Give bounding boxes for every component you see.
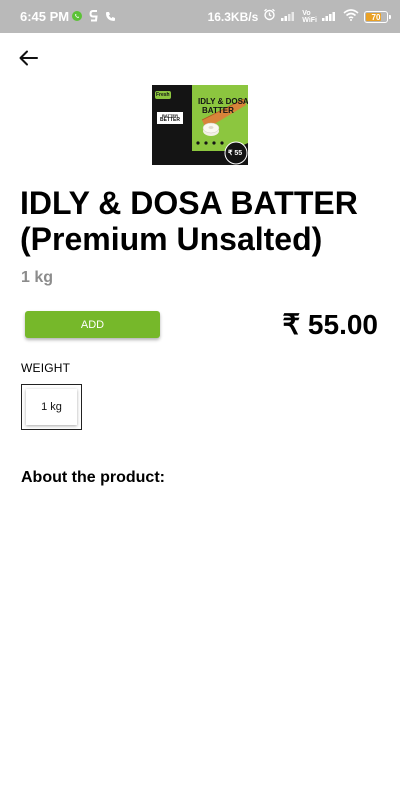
whatsapp-icon — [71, 9, 83, 27]
status-time: 6:45 PM — [20, 9, 70, 24]
status-bar: 6:45 PM 16.3KB/s Vo WiFi 70 — [0, 0, 400, 33]
weight-option-1kg[interactable]: 1 kg — [21, 384, 82, 430]
package-name-line2: BATTER — [202, 106, 234, 115]
product-detail-screen: 6:45 PM 16.3KB/s Vo WiFi 70 Fresh IDLY &… — [0, 0, 400, 800]
product-image: Fresh IDLY & DOSA BATTER BATTER BETTER ₹… — [152, 85, 248, 165]
product-quantity: 1 kg — [21, 269, 54, 286]
volte-icon: Vo WiFi — [302, 10, 317, 24]
package-price-badge: ₹ 55 — [228, 150, 243, 157]
weight-option-label: 1 kg — [26, 389, 77, 425]
notification-icons — [71, 9, 116, 27]
package-badge: BATTER BETTER — [157, 112, 183, 124]
battery-level-text: 70 — [371, 12, 381, 22]
signal-icon-2 — [322, 8, 338, 26]
phone-icon — [105, 9, 116, 27]
system-icons: 16.3KB/s Vo WiFi 70 — [207, 8, 391, 26]
back-button[interactable] — [16, 47, 42, 73]
battery-icon: 70 — [364, 11, 391, 23]
g-icon — [89, 9, 99, 27]
package-brand: Fresh — [156, 92, 170, 98]
signal-icon — [281, 8, 297, 26]
arrow-left-icon — [19, 50, 39, 71]
product-title: IDLY & DOSA BATTER (Premium Unsalted) — [20, 185, 358, 257]
package-name-line1: IDLY & DOSA — [198, 97, 248, 106]
net-speed: 16.3KB/s — [207, 10, 259, 24]
product-price: ₹ 55.00 — [282, 309, 378, 340]
wifi-icon — [343, 8, 359, 26]
add-to-cart-button[interactable]: ADD — [25, 311, 160, 338]
weight-label: WEIGHT — [21, 361, 71, 375]
alarm-icon — [263, 8, 276, 26]
about-heading: About the product: — [21, 469, 165, 486]
